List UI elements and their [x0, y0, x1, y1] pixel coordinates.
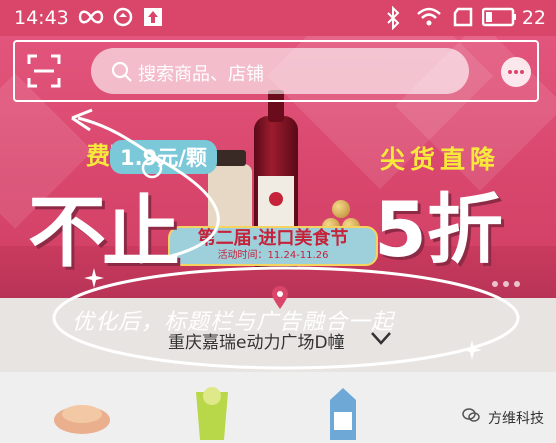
promo-headline-left: 不止 [28, 188, 180, 278]
search-input[interactable]: 搜索商品、店铺 [91, 48, 469, 94]
upload-icon [144, 8, 162, 26]
search-icon [111, 61, 132, 82]
event-ribbon: 第二届·进口美食节 活动时间：11.24-11.26 [168, 226, 378, 266]
bluetooth-icon [387, 6, 400, 30]
search-placeholder: 搜索商品、店铺 [138, 64, 264, 85]
watermark-label: 方维科技 [488, 411, 544, 427]
promo-headline-right: 5折 [374, 185, 503, 274]
wechat-icon [462, 408, 480, 422]
sync-icon [113, 7, 133, 27]
wifi-icon [417, 7, 441, 26]
status-time: 14:43 [14, 7, 69, 29]
title-bar: 搜索商品、店铺 [13, 40, 539, 102]
sparkle-icon [462, 340, 482, 360]
promo-price: 1.9元/颗 [110, 140, 217, 174]
sim-icon [453, 7, 473, 27]
message-icon[interactable] [501, 57, 531, 87]
battery-level: 22 [521, 7, 546, 29]
battery-icon [482, 7, 516, 27]
infinity-icon [78, 10, 104, 24]
drink-image[interactable] [190, 386, 234, 442]
status-bar: 14:43 22 [0, 0, 556, 36]
milk-carton-image[interactable] [322, 386, 364, 442]
seafood-image[interactable] [52, 386, 112, 438]
annotation-text: 优化后，标题栏与广告融合一起 [72, 310, 395, 335]
scan-icon[interactable] [27, 54, 61, 88]
